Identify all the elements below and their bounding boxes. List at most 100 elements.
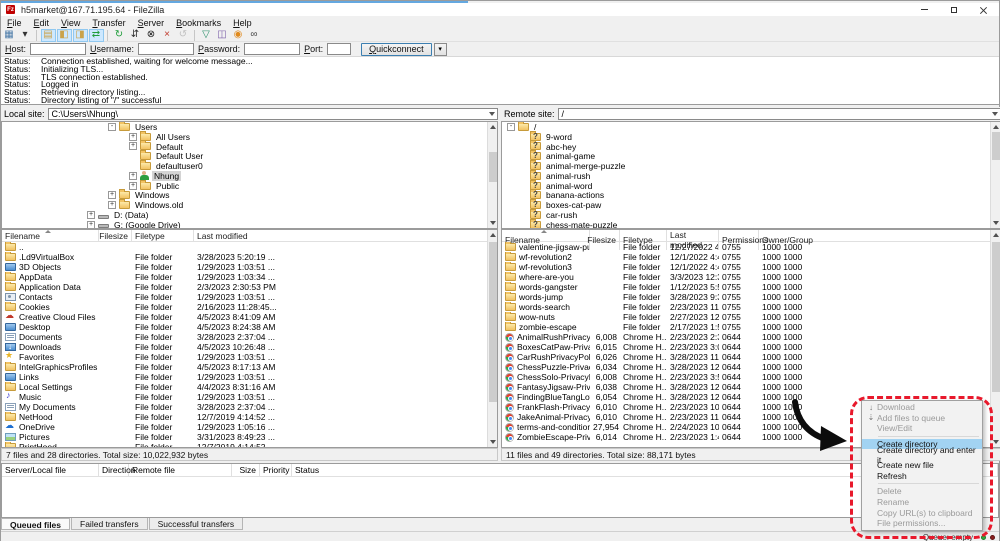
- tree-item[interactable]: car-rush: [502, 210, 1000, 220]
- file-row[interactable]: FavoritesFile folder1/29/2023 1:03:51 ..…: [2, 352, 497, 362]
- column-header-filetype[interactable]: Filetype: [132, 230, 194, 241]
- tree-item[interactable]: +D: (Data): [2, 210, 497, 220]
- toggle-transfer-queue-button[interactable]: ⇄: [89, 29, 104, 42]
- tree-item[interactable]: +Windows.old: [2, 200, 497, 210]
- synchronized-browsing-button[interactable]: ◉: [231, 29, 246, 42]
- scrollbar-thumb[interactable]: [992, 242, 1000, 392]
- menu-item-edit[interactable]: Edit: [28, 18, 56, 28]
- file-row[interactable]: CookiesFile folder2/16/2023 11:28:45...: [2, 302, 497, 312]
- column-header-owner-group[interactable]: Owner/Group: [759, 230, 1000, 250]
- file-row[interactable]: MusicFile folder1/29/2023 1:03:51 ...: [2, 392, 497, 402]
- disconnect-button[interactable]: ×: [160, 29, 175, 42]
- file-row[interactable]: zombie-escapeFile folder2/17/2023 1:52:.…: [502, 322, 1000, 332]
- quickconnect-button[interactable]: Quickconnect: [361, 43, 432, 56]
- password-input[interactable]: [244, 43, 300, 55]
- file-row[interactable]: Application DataFile folder2/3/2023 2:30…: [2, 282, 497, 292]
- menu-item-help[interactable]: Help: [227, 18, 258, 28]
- expand-icon[interactable]: +: [87, 221, 95, 229]
- minimize-button[interactable]: [909, 3, 939, 16]
- toggle-message-log-button[interactable]: ▤: [41, 29, 56, 42]
- file-row[interactable]: words-gangsterFile folder1/12/2023 5:51:…: [502, 282, 1000, 292]
- menu-item-server[interactable]: Server: [132, 18, 171, 28]
- local-site-combobox[interactable]: C:\Users\Nhung\: [48, 108, 498, 120]
- menu-item-transfer[interactable]: Transfer: [86, 18, 131, 28]
- column-header-permissions[interactable]: Permissions: [719, 230, 759, 250]
- tree-item[interactable]: animal-word: [502, 181, 1000, 191]
- column-header-last-modified[interactable]: Last modified: [667, 230, 719, 250]
- tree-item[interactable]: +All Users: [2, 132, 497, 142]
- tree-item[interactable]: +Nhung: [2, 171, 497, 181]
- tree-item[interactable]: animal-game: [502, 151, 1000, 161]
- expand-icon[interactable]: +: [129, 182, 137, 190]
- file-row[interactable]: LinksFile folder1/29/2023 1:03:51 ...: [2, 372, 497, 382]
- close-button[interactable]: [969, 3, 999, 16]
- tree-item[interactable]: chess-mate-puzzle: [502, 220, 1000, 229]
- tree-item[interactable]: -/: [502, 122, 1000, 132]
- tree-item[interactable]: animal-merge-puzzle: [502, 161, 1000, 171]
- queue-column-direction[interactable]: Direction: [99, 464, 129, 476]
- local-tree-scrollbar[interactable]: [487, 122, 497, 228]
- tab-queued-files[interactable]: Queued files: [1, 518, 70, 530]
- file-row[interactable]: AppDataFile folder1/29/2023 1:03:34 ...: [2, 272, 497, 282]
- file-row[interactable]: ChessPuzzle-PrivacyP...6,034Chrome H...3…: [502, 362, 1000, 372]
- tree-item[interactable]: +Windows: [2, 191, 497, 201]
- file-row[interactable]: words-jumpFile folder3/28/2023 9:30:...0…: [502, 292, 1000, 302]
- maximize-button[interactable]: [939, 3, 969, 16]
- expand-icon[interactable]: +: [129, 142, 137, 150]
- scrollbar-thumb[interactable]: [489, 242, 497, 402]
- menu-item-file[interactable]: File: [1, 18, 28, 28]
- toggle-local-tree-button[interactable]: ◧: [57, 29, 72, 42]
- column-header-filesize[interactable]: Filesize: [590, 230, 620, 250]
- tab-successful-transfers[interactable]: Successful transfers: [149, 518, 244, 530]
- file-row[interactable]: wf-revolution3File folder12/1/2022 4:47:…: [502, 262, 1000, 272]
- quickconnect-dropdown-button[interactable]: ▾: [434, 43, 447, 56]
- queue-column-size[interactable]: Size: [232, 464, 260, 476]
- scrollbar-thumb[interactable]: [489, 152, 497, 182]
- file-row[interactable]: FantasyJigsaw-Privacy...6,038Chrome H...…: [502, 382, 1000, 392]
- tree-item[interactable]: +Public: [2, 181, 497, 191]
- toggle-remote-tree-button[interactable]: ◨: [73, 29, 88, 42]
- file-row[interactable]: NetHoodFile folder12/7/2019 4:14:52 ...: [2, 412, 497, 422]
- tree-item[interactable]: -Users: [2, 122, 497, 132]
- file-row[interactable]: ..: [2, 242, 497, 252]
- tree-item[interactable]: defaultuser0: [2, 161, 497, 171]
- file-row[interactable]: where-are-youFile folder3/3/2023 12:33:.…: [502, 272, 1000, 282]
- remote-site-combobox[interactable]: /: [558, 108, 1000, 120]
- remote-tree-scrollbar[interactable]: [990, 122, 1000, 228]
- tree-item[interactable]: +G: (Google Drive): [2, 220, 497, 229]
- file-row[interactable]: words-searchFile folder2/23/2023 11:1...…: [502, 302, 1000, 312]
- port-input[interactable]: [327, 43, 351, 55]
- username-input[interactable]: [138, 43, 194, 55]
- file-row[interactable]: OneDriveFile folder1/29/2023 1:05:16 ...: [2, 422, 497, 432]
- expand-icon[interactable]: +: [108, 191, 116, 199]
- find-files-button[interactable]: ∞: [247, 29, 262, 42]
- tree-item[interactable]: boxes-cat-paw: [502, 200, 1000, 210]
- tree-item[interactable]: 9-word: [502, 132, 1000, 142]
- site-manager-button[interactable]: ▦: [2, 29, 17, 42]
- tree-item[interactable]: animal-rush: [502, 171, 1000, 181]
- tab-failed-transfers[interactable]: Failed transfers: [71, 518, 148, 530]
- file-row[interactable]: Local SettingsFile folder4/4/2023 8:31:1…: [2, 382, 497, 392]
- site-manager-dropdown-button[interactable]: ▾: [18, 29, 33, 42]
- queue-column-priority[interactable]: Priority: [260, 464, 292, 476]
- file-row[interactable]: DocumentsFile folder3/28/2023 2:37:04 ..…: [2, 332, 497, 342]
- directory-compare-button[interactable]: ◫: [215, 29, 230, 42]
- file-row[interactable]: .Ld9VirtualBoxFile folder3/28/2023 5:20:…: [2, 252, 497, 262]
- context-menu-item-create-directory-and-enter-it[interactable]: Create directory and enter it: [862, 449, 982, 460]
- file-row[interactable]: AnimalRushPrivacyPo...6,008Chrome H...2/…: [502, 332, 1000, 342]
- file-row[interactable]: DownloadsFile folder4/5/2023 10:26:48 ..…: [2, 342, 497, 352]
- file-row[interactable]: 3D ObjectsFile folder1/29/2023 1:03:51 .…: [2, 262, 497, 272]
- directory-filter-button[interactable]: ▽: [199, 29, 214, 42]
- file-row[interactable]: ContactsFile folder1/29/2023 1:03:51 ...: [2, 292, 497, 302]
- file-row[interactable]: wow-nutsFile folder2/27/2023 12:4...0755…: [502, 312, 1000, 322]
- scrollbar-thumb[interactable]: [992, 132, 1000, 160]
- refresh-button[interactable]: ↻: [112, 29, 127, 42]
- column-header-last-modified[interactable]: Last modified: [194, 230, 497, 241]
- cancel-operation-button[interactable]: ⊗: [144, 29, 159, 42]
- file-row[interactable]: CarRushPrivacyPolicy...6,026Chrome H...3…: [502, 352, 1000, 362]
- expand-icon[interactable]: +: [129, 133, 137, 141]
- file-row[interactable]: wf-revolution2File folder12/1/2022 4:47:…: [502, 252, 1000, 262]
- queue-column-server-local-file[interactable]: Server/Local file: [2, 464, 99, 476]
- expand-icon[interactable]: +: [87, 211, 95, 219]
- file-row[interactable]: My DocumentsFile folder3/28/2023 2:37:04…: [2, 402, 497, 412]
